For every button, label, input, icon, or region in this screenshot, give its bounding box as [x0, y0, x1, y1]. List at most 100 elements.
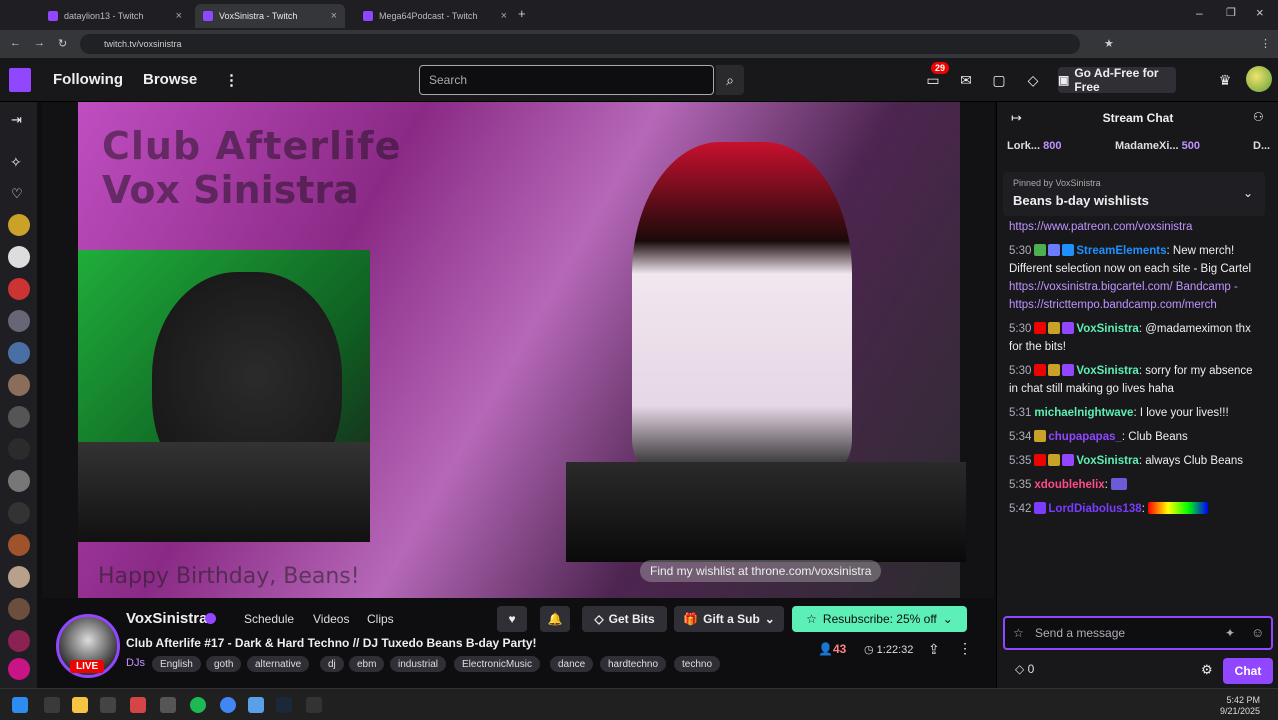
- bits-cheer-icon[interactable]: ✦: [1225, 626, 1235, 640]
- system-clock[interactable]: 5:42 PM 9/21/2025: [1220, 695, 1260, 717]
- expand-sidebar-icon[interactable]: ⇥: [11, 112, 22, 128]
- file-explorer-icon[interactable]: [72, 697, 88, 713]
- message-link[interactable]: https://voxsinistra.bigcartel.com/ Bandc…: [1009, 281, 1238, 311]
- channel-avatar[interactable]: [8, 658, 30, 680]
- app-icon[interactable]: [306, 697, 322, 713]
- channel-avatar[interactable]: [8, 310, 30, 332]
- tag[interactable]: dj: [320, 656, 344, 672]
- message-username[interactable]: xdoublehelix: [1034, 479, 1104, 491]
- get-bits-button[interactable]: ◇ Get Bits: [582, 606, 667, 632]
- more-options-icon[interactable]: ⋮: [958, 640, 972, 657]
- community-icon[interactable]: ⚇: [1253, 110, 1264, 124]
- video-player[interactable]: Club Afterlife Vox Sinistra Happy Birthd…: [42, 102, 994, 598]
- app-icon[interactable]: [100, 697, 116, 713]
- tag[interactable]: industrial: [390, 656, 447, 672]
- pinned-message[interactable]: Pinned by VoxSinistra Beans b-day wishli…: [1003, 172, 1265, 216]
- chat-send-button[interactable]: Chat: [1223, 658, 1273, 684]
- windows-start-icon[interactable]: [12, 697, 28, 713]
- forward-icon[interactable]: →: [34, 37, 45, 49]
- channel-avatar[interactable]: [8, 630, 30, 652]
- minimize-icon[interactable]: –: [1196, 6, 1203, 20]
- new-tab-icon[interactable]: +: [518, 6, 526, 21]
- tab-clips[interactable]: Clips: [367, 612, 394, 626]
- category-link[interactable]: DJs: [126, 657, 145, 669]
- leaderboard-entry[interactable]: MadameXi... 500: [1115, 140, 1200, 152]
- tab-videos[interactable]: Videos: [313, 612, 349, 626]
- leaderboard-entry[interactable]: D...: [1253, 140, 1270, 152]
- tag[interactable]: ebm: [349, 656, 385, 672]
- settings-gear-icon[interactable]: ⚙: [1201, 662, 1213, 678]
- url-field[interactable]: twitch.tv/voxsinistra: [80, 34, 1080, 54]
- close-window-icon[interactable]: ×: [1256, 5, 1264, 20]
- notifications-button[interactable]: 🔔: [540, 606, 570, 632]
- message-username[interactable]: chupapapas_: [1048, 431, 1122, 443]
- message-link[interactable]: https://www.patreon.com/voxsinistra: [1009, 221, 1192, 233]
- whispers-icon[interactable]: ▢: [989, 70, 1009, 90]
- share-icon[interactable]: ⇪: [928, 641, 940, 658]
- channel-avatar[interactable]: [8, 566, 30, 588]
- chevron-down-icon[interactable]: ⌄: [1243, 186, 1253, 200]
- channel-avatar[interactable]: [8, 246, 30, 268]
- app-icon[interactable]: [160, 697, 176, 713]
- go-ad-free-button[interactable]: ▣ Go Ad-Free for Free: [1058, 66, 1176, 94]
- mail-icon[interactable]: ✉: [956, 70, 976, 90]
- channel-avatar[interactable]: [8, 278, 30, 300]
- tag[interactable]: ElectronicMusic: [454, 656, 541, 672]
- browser-tab[interactable]: dataylion13 - Twitch ×: [40, 4, 190, 28]
- search-button[interactable]: ⌕: [716, 65, 744, 95]
- message-username[interactable]: StreamElements: [1076, 245, 1166, 257]
- channel-points[interactable]: ◇ 0: [1015, 662, 1034, 676]
- message-username[interactable]: VoxSinistra: [1076, 365, 1138, 377]
- app-icon[interactable]: [248, 697, 264, 713]
- close-tab-icon[interactable]: ×: [501, 10, 507, 22]
- follow-heart-button[interactable]: ♥: [497, 606, 527, 632]
- search-input[interactable]: Search: [419, 65, 714, 95]
- gift-sub-button[interactable]: 🎁 Gift a Sub ⌄: [674, 606, 784, 632]
- chrome-icon[interactable]: [220, 697, 236, 713]
- following-heart-icon[interactable]: ♡: [11, 186, 23, 202]
- tag[interactable]: English: [152, 656, 201, 672]
- app-icon[interactable]: [130, 697, 146, 713]
- resubscribe-button[interactable]: ☆ Resubscribe: 25% off ⌄: [792, 606, 967, 632]
- channel-avatar[interactable]: [8, 406, 30, 428]
- restore-icon[interactable]: ❐: [1226, 6, 1236, 19]
- user-avatar[interactable]: [1246, 66, 1272, 92]
- reload-icon[interactable]: ↻: [58, 37, 67, 50]
- message-username[interactable]: LordDiabolus138: [1048, 503, 1141, 515]
- message-username[interactable]: VoxSinistra: [1076, 455, 1138, 467]
- channel-avatar[interactable]: [8, 374, 30, 396]
- channel-avatar[interactable]: [8, 534, 30, 556]
- bookmark-star-icon[interactable]: ★: [1104, 37, 1114, 50]
- tag[interactable]: hardtechno: [600, 656, 667, 672]
- channel-name[interactable]: VoxSinistra: [126, 610, 207, 627]
- emote-picker-icon[interactable]: ☆: [1013, 626, 1024, 640]
- browse-link[interactable]: Browse: [143, 71, 197, 88]
- message-username[interactable]: michaelnightwave: [1034, 407, 1133, 419]
- close-tab-icon[interactable]: ×: [331, 10, 337, 22]
- message-username[interactable]: VoxSinistra: [1076, 323, 1138, 335]
- browser-tab-active[interactable]: VoxSinistra - Twitch ×: [195, 4, 345, 28]
- tag[interactable]: dance: [550, 656, 594, 672]
- channel-avatar[interactable]: [8, 598, 30, 620]
- following-link[interactable]: Following: [53, 71, 123, 88]
- channel-avatar[interactable]: [8, 470, 30, 492]
- recommended-icon[interactable]: ✧: [10, 154, 22, 171]
- leaderboard-entry[interactable]: Lork... 800: [1007, 140, 1061, 152]
- chat-input[interactable]: ☆ Send a message ✦ ☺: [1003, 616, 1273, 650]
- steam-icon[interactable]: [276, 697, 292, 713]
- tag[interactable]: alternative: [247, 656, 310, 672]
- channel-avatar[interactable]: [8, 502, 30, 524]
- app-icon[interactable]: [44, 697, 60, 713]
- emoji-icon[interactable]: ☺: [1251, 625, 1264, 640]
- bits-icon[interactable]: ◇: [1023, 70, 1043, 90]
- tab-schedule[interactable]: Schedule: [244, 612, 294, 626]
- tag[interactable]: techno: [674, 656, 721, 672]
- close-tab-icon[interactable]: ×: [176, 10, 182, 22]
- twitch-logo-icon[interactable]: [9, 68, 31, 92]
- spotify-icon[interactable]: [190, 697, 206, 713]
- channel-avatar[interactable]: [8, 342, 30, 364]
- back-icon[interactable]: ←: [10, 37, 21, 49]
- channel-avatar[interactable]: [8, 438, 30, 460]
- more-menu-icon[interactable]: ⋮: [224, 71, 239, 89]
- channel-avatar[interactable]: [8, 214, 30, 236]
